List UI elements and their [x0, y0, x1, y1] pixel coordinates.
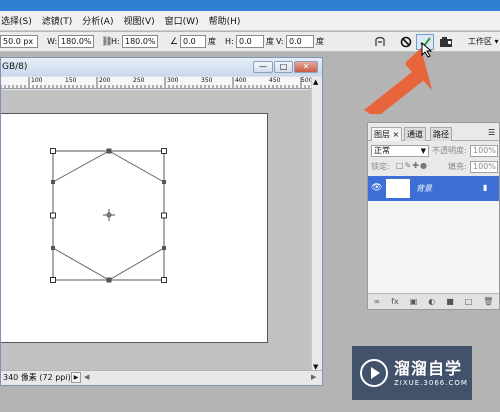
vskew-unit: 度	[316, 37, 324, 46]
delete-layer-icon[interactable]: 🗑	[483, 297, 493, 306]
layer-list-area	[368, 201, 499, 293]
bridge-icon[interactable]	[438, 34, 454, 50]
app-title-strip	[0, 0, 500, 11]
watermark-logo: 溜溜自学 ZIXUE.3066.COM	[352, 346, 472, 400]
mouse-cursor-icon	[421, 42, 433, 58]
lock-label: 锁定:	[371, 162, 390, 171]
new-group-icon[interactable]: ■	[446, 297, 454, 306]
ruler-label: 500	[301, 77, 311, 84]
x-position-field[interactable]: 50.0 px	[0, 35, 38, 48]
lock-icons[interactable]: □✎✚●	[396, 161, 428, 170]
hscroll-left-arrow-icon[interactable]: ◀	[84, 373, 89, 381]
menu-filter[interactable]: 滤镜(T)	[42, 14, 73, 27]
scroll-up-arrow-icon[interactable]: ▲	[313, 78, 318, 86]
hscroll-right-arrow-icon[interactable]: ▶	[311, 373, 316, 381]
document-title-bar: GB/8) — □ ✕	[1, 58, 322, 76]
vskew-field[interactable]: 0.0	[286, 35, 314, 48]
watermark-title: 溜溜自学	[394, 359, 463, 378]
adjustment-layer-icon[interactable]: ◐	[428, 297, 435, 306]
menu-select[interactable]: 选择(S)	[1, 14, 32, 27]
eye-icon[interactable]: 👁	[371, 183, 382, 193]
document-title: GB/8)	[2, 62, 28, 72]
link-layers-icon[interactable]: ∞	[373, 297, 380, 306]
ruler-label: 150	[65, 77, 77, 84]
hskew-unit: 度	[266, 37, 274, 46]
blend-mode-value: 正常	[374, 146, 390, 155]
ruler-ticks-graphic	[1, 77, 310, 88]
layer-name[interactable]: 背景	[416, 183, 432, 194]
menu-help[interactable]: 帮助(H)	[209, 14, 241, 27]
tab-channels[interactable]: 通道	[404, 127, 426, 141]
ruler-label: 300	[167, 77, 179, 84]
document-window: GB/8) — □ ✕ 100 150 200 250 300 350 400 …	[0, 57, 323, 386]
maximize-button[interactable]: □	[274, 61, 293, 73]
menu-bar: 选择(S) 滤镜(T) 分析(A) 视图(V) 窗口(W) 帮助(H)	[0, 11, 500, 31]
horizontal-ruler: 100 150 200 250 300 350 400 450 500	[1, 77, 311, 89]
close-button[interactable]: ✕	[294, 61, 318, 73]
height-label: H:	[111, 37, 120, 46]
blend-mode-select[interactable]: 正常 ▼	[371, 145, 429, 157]
opacity-label: 不透明度:	[432, 146, 467, 155]
layer-lock-icon: ▮	[483, 183, 488, 192]
angle-unit: 度	[208, 37, 216, 46]
ruler-label: 350	[201, 77, 213, 84]
new-layer-icon[interactable]: □	[465, 297, 473, 306]
height-scale-field[interactable]: 180.0%	[122, 35, 158, 48]
width-scale-field[interactable]: 180.0%	[58, 35, 94, 48]
workspace-menu[interactable]: 工作区 ▾	[468, 35, 499, 48]
menu-window[interactable]: 窗口(W)	[165, 14, 199, 27]
chevron-down-icon: ▼	[420, 147, 426, 155]
document-size-status: 340 像素 (72 ppi)	[3, 373, 71, 382]
fill-field[interactable]: 100%	[470, 161, 498, 173]
vertical-scrollbar[interactable]: ▲ ▼	[311, 77, 322, 376]
canvas-area[interactable]	[1, 90, 311, 376]
tab-layers[interactable]: 图层 ×	[371, 127, 403, 141]
layer-row-background[interactable]: 👁 背景 ▮	[368, 176, 499, 201]
ruler-label: 200	[99, 77, 111, 84]
hskew-field[interactable]: 0.0	[236, 35, 264, 48]
width-label: W:	[47, 37, 58, 46]
menu-analysis[interactable]: 分析(A)	[82, 14, 113, 27]
layer-mask-icon[interactable]: ▣	[410, 297, 418, 306]
rotate-angle-field[interactable]: 0.0	[180, 35, 206, 48]
vskew-label: V:	[276, 37, 284, 46]
hskew-label: H:	[225, 37, 234, 46]
ruler-label: 450	[269, 77, 281, 84]
fill-label: 填充:	[448, 162, 467, 171]
layers-panel-footer: ∞ fx ▣ ◐ ■ □ 🗑	[368, 293, 499, 309]
ruler-label: 100	[31, 77, 43, 84]
ruler-label: 400	[235, 77, 247, 84]
document-status-bar: 340 像素 (72 ppi) ▶ ◀ ▶	[1, 370, 322, 385]
tab-paths[interactable]: 路径	[430, 127, 452, 141]
panel-tab-strip: 图层 × 通道 路径 ☰	[368, 127, 500, 141]
layer-style-icon[interactable]: fx	[391, 297, 399, 306]
panel-menu-icon[interactable]: ☰	[488, 128, 495, 137]
play-logo-icon	[360, 359, 388, 387]
ruler-label: 250	[133, 77, 145, 84]
minimize-button[interactable]: —	[253, 61, 273, 73]
status-menu-arrow-icon[interactable]: ▶	[71, 372, 81, 383]
free-transform-overlay[interactable]	[1, 90, 311, 376]
menu-view[interactable]: 视图(V)	[123, 14, 154, 27]
watermark-url: ZIXUE.3066.COM	[394, 379, 468, 387]
layers-panel: 图层 × 通道 路径 ☰ 正常 ▼ 不透明度: 100% 锁定: □✎✚● 填充…	[367, 122, 500, 310]
opacity-field[interactable]: 100%	[470, 145, 498, 157]
layer-thumbnail	[386, 179, 410, 198]
